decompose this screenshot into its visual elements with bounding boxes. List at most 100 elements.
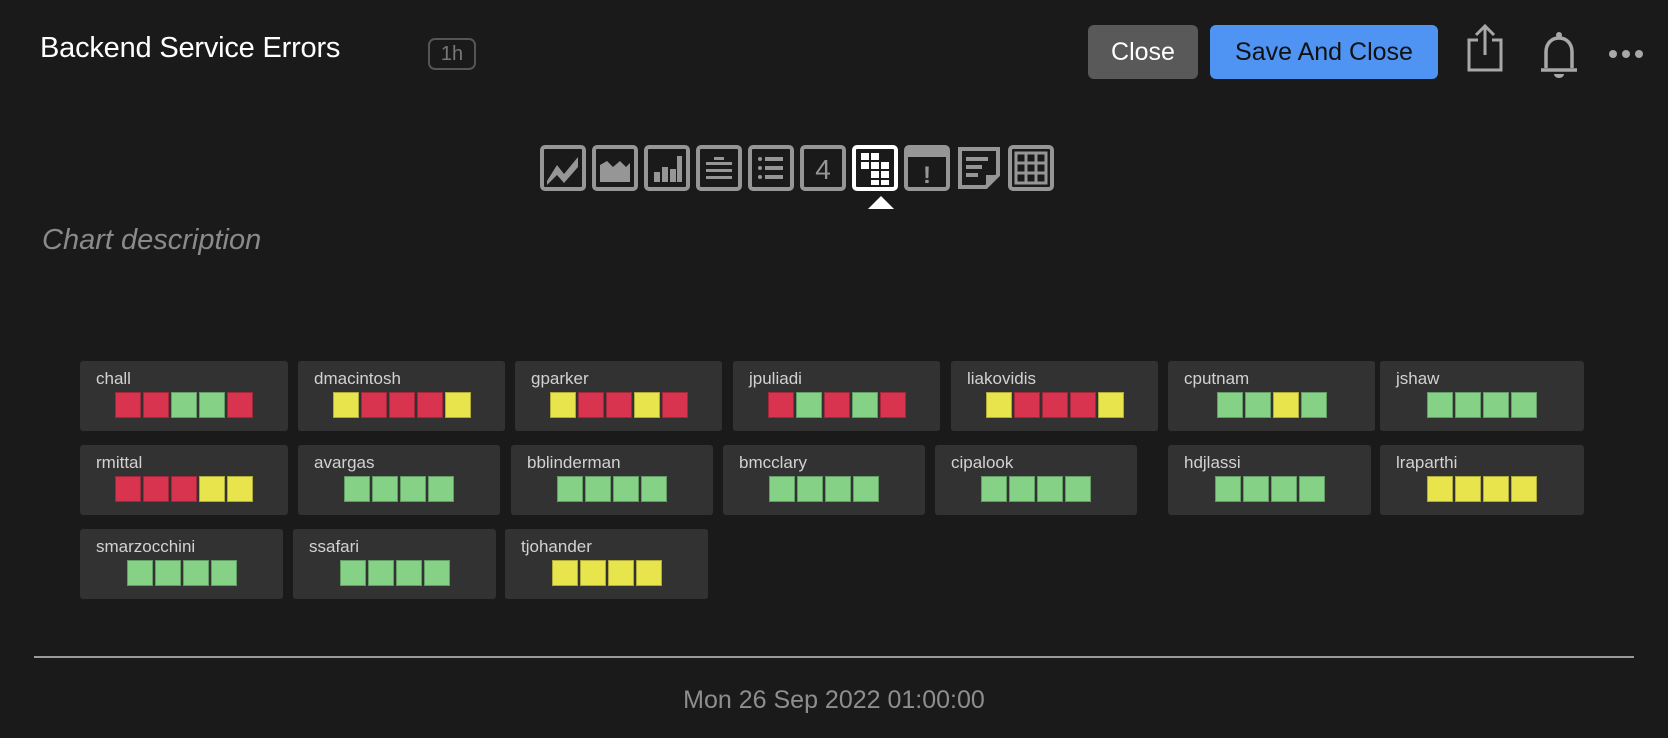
- status-cell-red[interactable]: [824, 392, 850, 418]
- status-cell-red[interactable]: [171, 476, 197, 502]
- honeycomb-card[interactable]: smarzocchini: [80, 529, 283, 599]
- status-cell-green[interactable]: [1299, 476, 1325, 502]
- status-cell-green[interactable]: [797, 476, 823, 502]
- honeycomb-card[interactable]: gparker: [515, 361, 722, 431]
- more-options-icon[interactable]: [1608, 44, 1644, 64]
- alert-chart-icon[interactable]: !: [904, 145, 950, 191]
- status-cell-yellow[interactable]: [1511, 476, 1537, 502]
- status-cell-red[interactable]: [1014, 392, 1040, 418]
- status-cell-yellow[interactable]: [1273, 392, 1299, 418]
- status-cell-yellow[interactable]: [636, 560, 662, 586]
- status-cell-green[interactable]: [1301, 392, 1327, 418]
- status-cell-yellow[interactable]: [634, 392, 660, 418]
- status-cell-red[interactable]: [1042, 392, 1068, 418]
- honeycomb-card[interactable]: rmittal: [80, 445, 288, 515]
- text-note-icon[interactable]: [956, 145, 1002, 191]
- status-cell-red[interactable]: [227, 392, 253, 418]
- single-value-icon[interactable]: 4: [800, 145, 846, 191]
- status-cell-green[interactable]: [127, 560, 153, 586]
- status-cell-yellow[interactable]: [550, 392, 576, 418]
- status-cell-green[interactable]: [1215, 476, 1241, 502]
- status-cell-green[interactable]: [1009, 476, 1035, 502]
- status-cell-red[interactable]: [143, 476, 169, 502]
- status-cell-yellow[interactable]: [1483, 476, 1509, 502]
- status-cell-green[interactable]: [1245, 392, 1271, 418]
- status-cell-green[interactable]: [1271, 476, 1297, 502]
- status-cell-green[interactable]: [368, 560, 394, 586]
- status-cell-green[interactable]: [340, 560, 366, 586]
- status-cell-red[interactable]: [768, 392, 794, 418]
- status-cell-green[interactable]: [1243, 476, 1269, 502]
- honeycomb-card[interactable]: cputnam: [1168, 361, 1375, 431]
- status-cell-green[interactable]: [585, 476, 611, 502]
- area-chart-icon[interactable]: [592, 145, 638, 191]
- status-cell-green[interactable]: [853, 476, 879, 502]
- status-cell-yellow[interactable]: [608, 560, 634, 586]
- time-range-badge[interactable]: 1h: [428, 38, 476, 70]
- status-cell-red[interactable]: [115, 392, 141, 418]
- status-cell-red[interactable]: [143, 392, 169, 418]
- status-cell-green[interactable]: [825, 476, 851, 502]
- status-cell-green[interactable]: [613, 476, 639, 502]
- status-cell-green[interactable]: [1455, 392, 1481, 418]
- chart-title[interactable]: Backend Service Errors: [40, 32, 340, 65]
- line-chart-icon[interactable]: [540, 145, 586, 191]
- status-cell-yellow[interactable]: [199, 476, 225, 502]
- status-cell-yellow[interactable]: [1427, 476, 1453, 502]
- status-cell-green[interactable]: [852, 392, 878, 418]
- status-cell-green[interactable]: [769, 476, 795, 502]
- status-cell-yellow[interactable]: [986, 392, 1012, 418]
- list-chart-icon[interactable]: [748, 145, 794, 191]
- status-cell-green[interactable]: [641, 476, 667, 502]
- heatmap-chart-icon[interactable]: [696, 145, 742, 191]
- status-cell-green[interactable]: [1511, 392, 1537, 418]
- status-cell-green[interactable]: [428, 476, 454, 502]
- honeycomb-card[interactable]: bblinderman: [511, 445, 713, 515]
- status-cell-green[interactable]: [796, 392, 822, 418]
- honeycomb-card[interactable]: cipalook: [935, 445, 1137, 515]
- honeycomb-card[interactable]: avargas: [298, 445, 500, 515]
- status-cell-green[interactable]: [396, 560, 422, 586]
- honeycomb-card[interactable]: jshaw: [1380, 361, 1584, 431]
- status-cell-green[interactable]: [557, 476, 583, 502]
- honeycomb-card[interactable]: lraparthi: [1380, 445, 1584, 515]
- status-cell-green[interactable]: [155, 560, 181, 586]
- status-cell-green[interactable]: [171, 392, 197, 418]
- status-cell-red[interactable]: [578, 392, 604, 418]
- status-cell-green[interactable]: [372, 476, 398, 502]
- status-cell-green[interactable]: [981, 476, 1007, 502]
- save-and-close-button[interactable]: Save And Close: [1210, 25, 1438, 79]
- status-cell-green[interactable]: [1427, 392, 1453, 418]
- bell-icon[interactable]: [1538, 30, 1580, 82]
- status-cell-yellow[interactable]: [333, 392, 359, 418]
- honeycomb-card[interactable]: bmcclary: [723, 445, 925, 515]
- chart-description-input[interactable]: Chart description: [42, 224, 261, 257]
- close-button[interactable]: Close: [1088, 25, 1198, 79]
- honeycomb-chart-icon[interactable]: [852, 145, 898, 191]
- honeycomb-card[interactable]: hdjlassi: [1168, 445, 1371, 515]
- status-cell-red[interactable]: [606, 392, 632, 418]
- status-cell-yellow[interactable]: [1098, 392, 1124, 418]
- status-cell-red[interactable]: [389, 392, 415, 418]
- status-cell-red[interactable]: [361, 392, 387, 418]
- table-chart-icon[interactable]: [1008, 145, 1054, 191]
- status-cell-green[interactable]: [344, 476, 370, 502]
- status-cell-green[interactable]: [1483, 392, 1509, 418]
- status-cell-yellow[interactable]: [445, 392, 471, 418]
- status-cell-red[interactable]: [1070, 392, 1096, 418]
- status-cell-red[interactable]: [115, 476, 141, 502]
- status-cell-red[interactable]: [880, 392, 906, 418]
- status-cell-yellow[interactable]: [580, 560, 606, 586]
- status-cell-yellow[interactable]: [227, 476, 253, 502]
- status-cell-yellow[interactable]: [552, 560, 578, 586]
- honeycomb-card[interactable]: tjohander: [505, 529, 708, 599]
- honeycomb-card[interactable]: ssafari: [293, 529, 496, 599]
- honeycomb-card[interactable]: dmacintosh: [298, 361, 505, 431]
- status-cell-green[interactable]: [1065, 476, 1091, 502]
- honeycomb-card[interactable]: chall: [80, 361, 288, 431]
- status-cell-green[interactable]: [211, 560, 237, 586]
- status-cell-yellow[interactable]: [1455, 476, 1481, 502]
- status-cell-green[interactable]: [183, 560, 209, 586]
- status-cell-green[interactable]: [199, 392, 225, 418]
- honeycomb-card[interactable]: liakovidis: [951, 361, 1158, 431]
